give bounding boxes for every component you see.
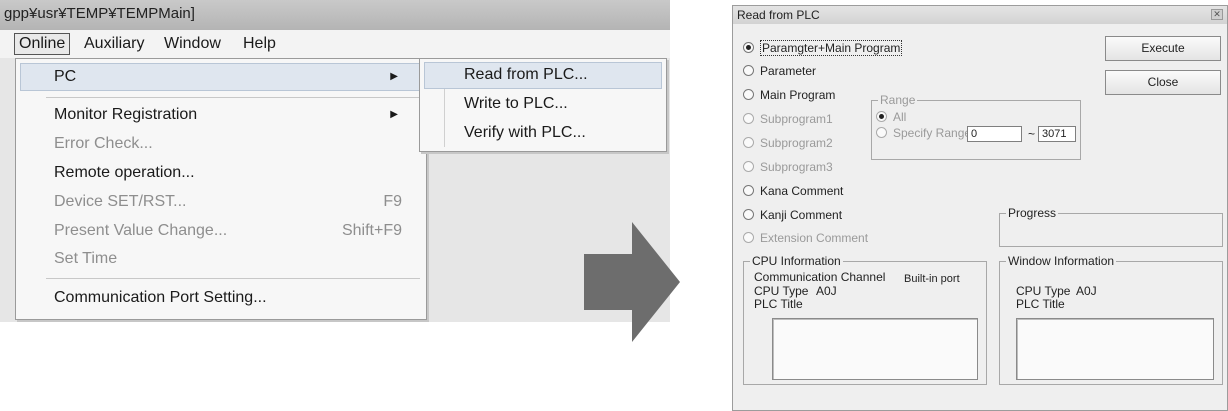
submenu-arrow-icon: ▶ [390,109,398,120]
window-cpu-type-value: A0J [1076,284,1097,298]
radio-label: Subprogram2 [760,136,833,150]
radio-main-program[interactable]: Main Program [743,87,835,103]
radio-label: All [893,110,907,124]
menu-item-communication-port-setting[interactable]: Communication Port Setting... [54,288,414,308]
window-plc-title-box [1016,318,1214,380]
cpu-type-label: CPU Type [754,284,809,298]
menu-online[interactable]: Online [14,33,71,55]
close-button[interactable]: Close [1105,70,1221,95]
window-information-legend: Window Information [1006,254,1117,268]
read-from-plc-dialog: Read from PLC ✕ Paramgter+Main Program P… [732,5,1228,411]
radio-icon [743,232,754,243]
shortcut-label: F9 [383,193,402,210]
radio-label: Extension Comment [760,231,869,245]
radio-range-all: All [876,109,906,125]
menubar: Online Auxiliary Window Help [0,30,670,58]
radio-label: Specify Range [893,126,972,140]
menu-item-label: Device SET/RST... [54,193,187,210]
window-plc-title-label: PLC Title [1016,297,1065,311]
submenu-verify-with-plc[interactable]: Verify with PLC... [464,123,586,143]
menu-item-device-set-rst: Device SET/RST... F9 [54,192,414,212]
radio-extension-comment: Extension Comment [743,230,868,246]
range-start-input: 0 [967,126,1022,142]
menu-screenshot: gpp¥usr¥TEMP¥TEMPMain] Online Auxiliary … [0,0,670,322]
menu-item-remote-operation[interactable]: Remote operation... [54,163,414,183]
radio-checked-icon [743,42,754,53]
range-end-input: 3071 [1038,126,1076,142]
range-separator: ~ [1028,127,1036,141]
radio-parameter[interactable]: Parameter [743,63,816,79]
radio-checked-icon [876,111,887,122]
menu-item-label: PC [54,68,77,85]
radio-subprogram3: Subprogram3 [743,159,833,175]
radio-label: Paramgter+Main Program [760,40,903,56]
menu-item-label: Monitor Registration [54,106,198,123]
plc-title-label: PLC Title [754,297,803,311]
comm-channel-label: Communication Channel [754,270,886,284]
radio-icon [743,113,754,124]
radio-label: Kanji Comment [760,208,843,222]
radio-range-specify: Specify Range [876,125,971,141]
menu-item-monitor-registration[interactable]: Monitor Registration ▶ [54,105,414,125]
radio-icon [743,89,754,100]
progress-group: Progress [999,206,1223,247]
pc-submenu: Read from PLC... Write to PLC... Verify … [419,58,667,152]
progress-legend: Progress [1006,206,1059,220]
radio-kana-comment[interactable]: Kana Comment [743,183,843,199]
dialog-title: Read from PLC [733,6,1227,24]
radio-label: Subprogram1 [760,112,833,126]
menu-item-present-value-change: Present Value Change... Shift+F9 [54,221,414,241]
cpu-information-legend: CPU Information [750,254,843,268]
radio-icon [876,127,887,138]
radio-label: Main Program [760,88,836,102]
radio-param-main[interactable]: Paramgter+Main Program [743,40,903,56]
radio-label: Subprogram3 [760,160,833,174]
radio-icon [743,185,754,196]
radio-label: Kana Comment [760,184,844,198]
menu-item-pc[interactable]: PC ▶ [54,67,414,87]
execute-button[interactable]: Execute [1105,36,1221,61]
cpu-type-value: A0J [816,284,837,298]
radio-icon [743,137,754,148]
menu-help[interactable]: Help [239,34,280,54]
shortcut-label: Shift+F9 [341,222,402,239]
radio-subprogram1: Subprogram1 [743,111,833,127]
radio-subprogram2: Subprogram2 [743,135,833,151]
comm-channel-value: Built-in port [904,273,960,285]
plc-title-box [772,318,978,380]
radio-icon [743,65,754,76]
radio-icon [743,161,754,172]
menu-separator [46,278,420,279]
window-information-group: Window Information CPU Type A0J PLC Titl… [999,254,1223,385]
menu-item-set-time: Set Time [54,250,118,267]
window-cpu-type-label: CPU Type [1016,284,1071,298]
range-group: Range All Specify Range 0 ~ 3071 [871,93,1081,160]
window-title-path: gpp¥usr¥TEMP¥TEMPMain] [0,0,670,30]
menu-separator [46,97,420,98]
radio-kanji-comment[interactable]: Kanji Comment [743,207,842,223]
submenu-read-from-plc[interactable]: Read from PLC... [464,65,588,85]
submenu-arrow-icon: ▶ [390,71,398,82]
cpu-information-group: CPU Information Communication Channel Bu… [743,254,987,385]
menu-item-error-check: Error Check... [54,135,153,152]
menu-auxiliary[interactable]: Auxiliary [80,34,148,54]
radio-icon [743,209,754,220]
online-menu-dropdown: PC ▶ Monitor Registration ▶ Error Check.… [15,58,427,320]
submenu-write-to-plc[interactable]: Write to PLC... [464,94,568,114]
radio-label: Parameter [760,64,817,78]
close-icon[interactable]: ✕ [1211,9,1223,20]
menu-window[interactable]: Window [160,34,225,54]
range-legend: Range [878,93,918,107]
menu-item-label: Present Value Change... [54,222,228,239]
right-arrow-icon [584,222,680,342]
